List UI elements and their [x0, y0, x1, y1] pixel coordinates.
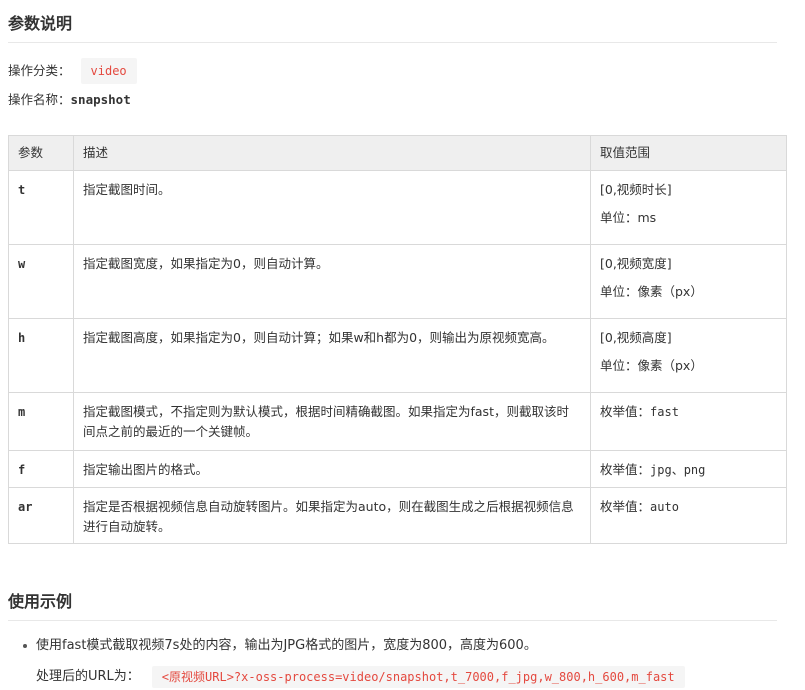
operation-category-line: 操作分类： video: [8, 58, 797, 84]
section-title-examples: 使用示例: [8, 580, 777, 621]
range-enum: jpg、png: [650, 463, 706, 477]
param-name: w: [18, 257, 26, 271]
table-row: ar 指定是否根据视频信息自动旋转图片。如果指定为auto，则在截图生成之后根据…: [8, 487, 787, 544]
param-desc: 指定截图高度，如果指定为0，则自动计算；如果w和h都为0，则输出为原视频宽高。: [73, 318, 591, 393]
operation-category-label: 操作分类：: [8, 63, 71, 78]
range-unit: 单位：ms: [600, 210, 657, 225]
range-value: [0,视频高度]: [600, 330, 672, 345]
operation-name-line: 操作名称： snapshot: [8, 89, 797, 111]
param-name: m: [18, 405, 26, 419]
param-desc: 指定输出图片的格式。: [73, 450, 591, 488]
table-row: f 指定输出图片的格式。 枚举值：jpg、png: [8, 450, 787, 488]
operation-name-label: 操作名称：: [8, 92, 71, 107]
param-range: 枚举值：auto: [590, 487, 787, 544]
param-name: ar: [18, 500, 33, 514]
range-enum: auto: [650, 500, 679, 514]
range-enum: fast: [650, 405, 679, 419]
param-name: t: [18, 183, 26, 197]
param-desc: 指定截图时间。: [73, 170, 591, 245]
header-desc: 描述: [73, 135, 591, 171]
range-value: [0,视频宽度]: [600, 256, 672, 271]
table-row: m 指定截图模式，不指定则为默认模式，根据时间精确截图。如果指定为fast，则截…: [8, 392, 787, 451]
example-list: 使用fast模式截取视频7s处的内容，输出为JPG格式的图片，宽度为800，高度…: [8, 636, 797, 688]
operation-meta: 操作分类： video 操作名称： snapshot: [8, 58, 797, 111]
example-text: 使用fast模式截取视频7s处的内容，输出为JPG格式的图片，宽度为800，高度…: [36, 638, 537, 653]
param-range: [0,视频高度] 单位：像素（px）: [590, 318, 787, 393]
param-desc: 指定截图模式，不指定则为默认模式，根据时间精确截图。如果指定为fast，则截取该…: [73, 392, 591, 451]
param-range: [0,视频时长] 单位：ms: [590, 170, 787, 245]
range-unit: 单位：像素（px）: [600, 358, 703, 373]
range-label: 枚举值：: [600, 404, 651, 419]
table-header-row: 参数 描述 取值范围: [8, 135, 787, 171]
param-desc: 指定是否根据视频信息自动旋转图片。如果指定为auto，则在截图生成之后根据视频信…: [73, 487, 591, 544]
operation-name-code: snapshot: [70, 92, 131, 107]
range-label: 枚举值：: [600, 499, 651, 514]
table-row: w 指定截图宽度，如果指定为0，则自动计算。 [0,视频宽度] 单位：像素（px…: [8, 244, 787, 319]
param-range: 枚举值：jpg、png: [590, 450, 787, 488]
example-url-line: 处理后的URL为： <原视频URL>?x-oss-process=video/s…: [36, 666, 797, 688]
header-range: 取值范围: [590, 135, 787, 171]
param-desc: 指定截图宽度，如果指定为0，则自动计算。: [73, 244, 591, 319]
param-name: f: [18, 463, 26, 477]
doc-page: 参数说明 操作分类： video 操作名称： snapshot 参数 描述 取值…: [0, 0, 805, 688]
example-url-code: <原视频URL>?x-oss-process=video/snapshot,t_…: [151, 666, 685, 688]
range-value: [0,视频时长]: [600, 182, 672, 197]
range-unit: 单位：像素（px）: [600, 284, 703, 299]
param-name: h: [18, 331, 26, 345]
list-item: 使用fast模式截取视频7s处的内容，输出为JPG格式的图片，宽度为800，高度…: [18, 636, 797, 688]
header-param: 参数: [8, 135, 74, 171]
example-url-label: 处理后的URL为：: [36, 669, 140, 684]
params-table: 参数 描述 取值范围 t 指定截图时间。 [0,视频时长] 单位：ms w 指定…: [8, 135, 787, 544]
range-label: 枚举值：: [600, 462, 651, 477]
table-row: h 指定截图高度，如果指定为0，则自动计算；如果w和h都为0，则输出为原视频宽高…: [8, 318, 787, 393]
param-range: [0,视频宽度] 单位：像素（px）: [590, 244, 787, 319]
table-row: t 指定截图时间。 [0,视频时长] 单位：ms: [8, 170, 787, 245]
section-title-params: 参数说明: [8, 0, 777, 43]
operation-category-code: video: [80, 58, 137, 84]
param-range: 枚举值：fast: [590, 392, 787, 451]
bullet-dot: [23, 644, 27, 648]
